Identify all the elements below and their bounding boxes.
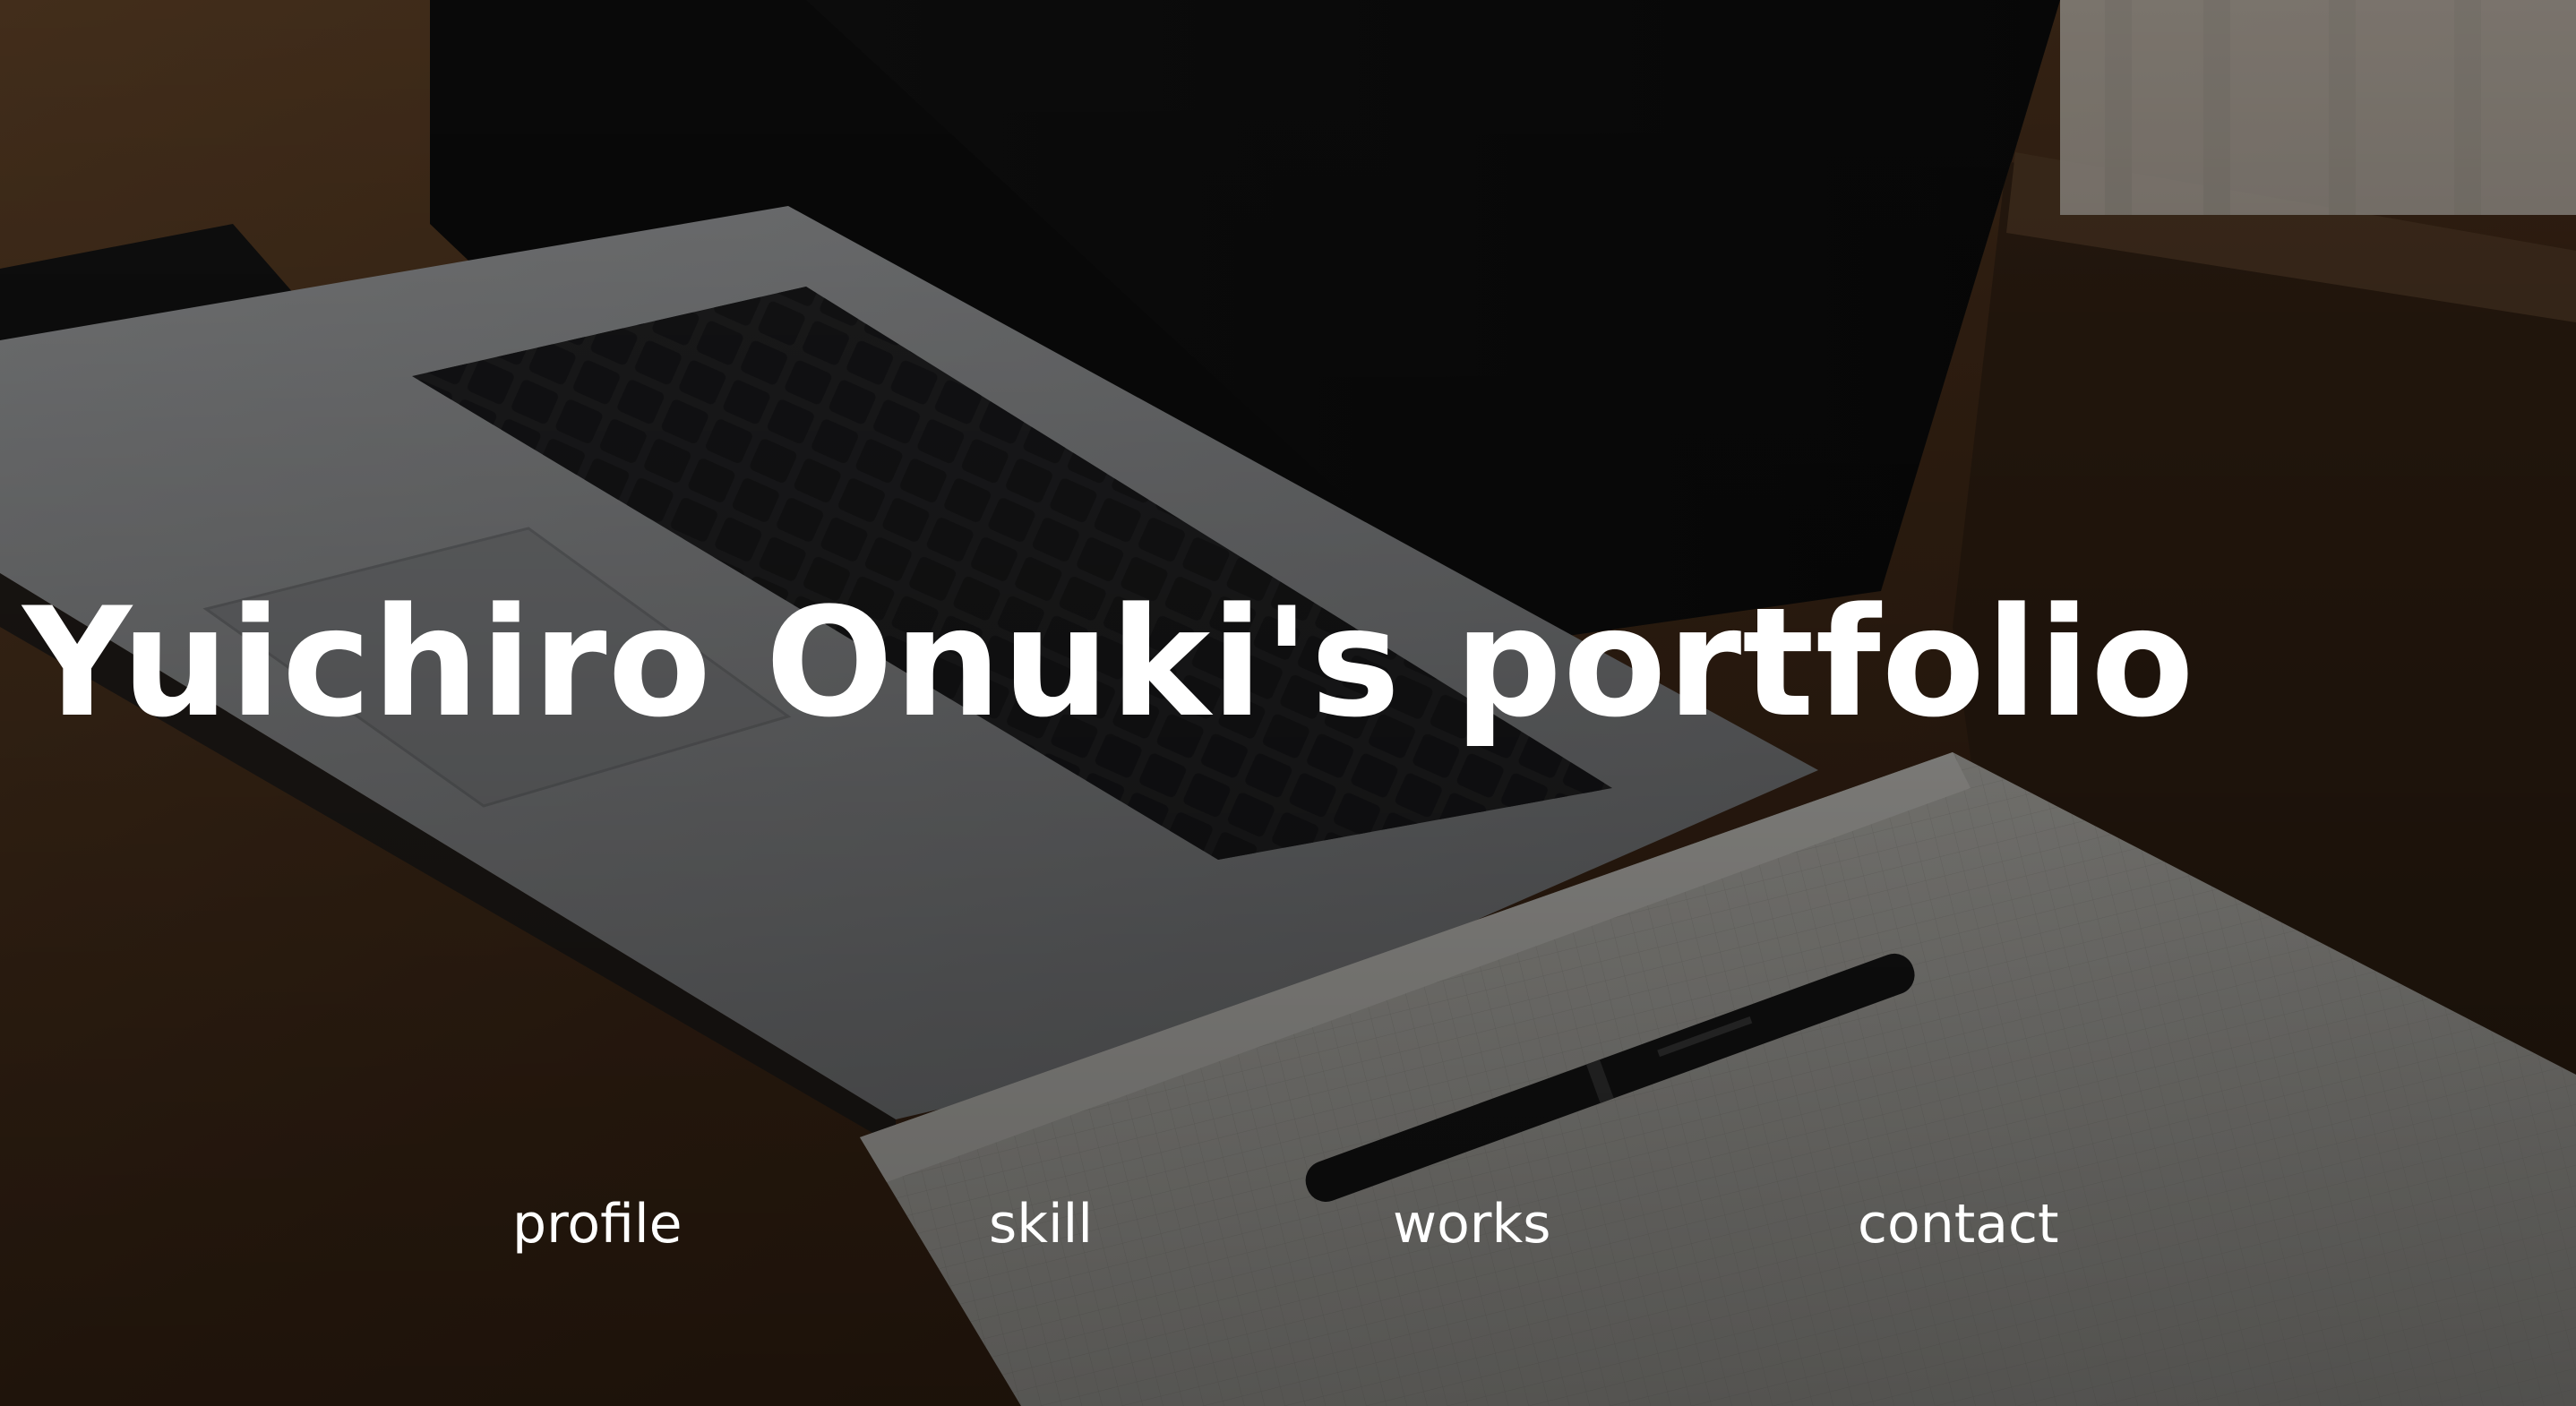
main-nav: profile skill works contact (0, 1184, 2576, 1265)
nav-link-contact[interactable]: contact (1858, 1184, 2059, 1265)
nav-link-profile[interactable]: profile (512, 1184, 683, 1265)
nav-link-skill[interactable]: skill (989, 1184, 1093, 1265)
page-title: Yuichiro Onuki's portfolio (0, 573, 2576, 752)
hero-section: Yuichiro Onuki's portfolio profile skill… (0, 0, 2576, 1406)
nav-link-works[interactable]: works (1393, 1184, 1550, 1265)
page-title-text: Yuichiro Onuki's portfolio (22, 575, 2195, 750)
